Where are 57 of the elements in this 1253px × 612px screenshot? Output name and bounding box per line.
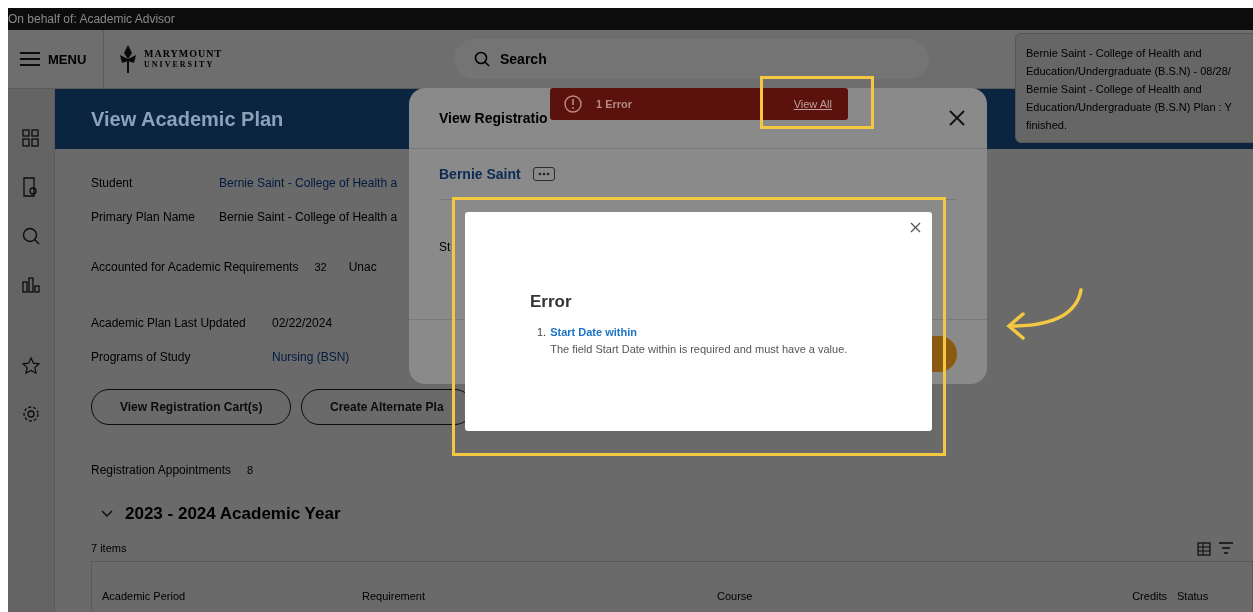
search-icon — [474, 51, 490, 67]
section-title: 2023 - 2024 Academic Year — [125, 504, 341, 524]
modal-title: View Registratio — [439, 110, 548, 126]
student-link[interactable]: Bernie Saint - College of Health a — [219, 176, 398, 190]
dialog-title: Error — [530, 292, 573, 312]
notification-line: Bernie Saint - College of Health and — [1026, 46, 1203, 61]
item-count: 7 items — [91, 542, 127, 556]
logo-text: MARYMOUNT — [144, 48, 223, 59]
spreadsheet-icon[interactable] — [1197, 542, 1211, 556]
notification-line: Bernie Saint - College of Health and — [1026, 82, 1203, 97]
page-title: View Academic Plan — [91, 107, 284, 131]
error-count: 1 Error — [596, 98, 633, 110]
chart-icon[interactable] — [22, 275, 40, 293]
section-label: Registration Appointments — [91, 463, 232, 477]
column-header[interactable]: Academic Period — [92, 590, 352, 602]
star-icon[interactable] — [22, 357, 40, 375]
error-icon — [564, 95, 582, 113]
field-value: Bernie Saint - College of Health a — [219, 210, 398, 224]
close-icon[interactable] — [910, 222, 921, 233]
filter-icon[interactable] — [1219, 542, 1233, 554]
notification-line: finished. — [1026, 118, 1068, 133]
field-label: Primary Plan Name — [91, 210, 197, 224]
count-text: 8 — [247, 464, 254, 476]
behalf-text: On behalf of: Academic Advisor — [8, 12, 175, 26]
document-search-icon[interactable] — [22, 177, 40, 197]
view-all-link[interactable]: View All — [793, 98, 832, 110]
close-icon[interactable] — [949, 110, 965, 126]
notification-line: Education/Undergraduate (B.S.N) - 08/28/ — [1026, 64, 1232, 79]
search-field[interactable]: Search — [454, 39, 929, 79]
dashboard-icon[interactable] — [22, 129, 40, 147]
menu-button[interactable]: MENU — [8, 30, 104, 88]
field-label: Accounted for Academic Requirements — [91, 260, 299, 274]
error-link[interactable]: Start Date within — [550, 326, 637, 338]
column-header[interactable]: Course — [707, 590, 1017, 602]
student-link[interactable]: Bernie Saint — [439, 166, 521, 182]
ellipsis-icon — [537, 172, 550, 176]
field-label: Student — [91, 176, 134, 190]
column-header[interactable]: Requirement — [352, 590, 707, 602]
search-icon[interactable] — [22, 227, 40, 245]
program-link[interactable]: Nursing (BSN) — [272, 350, 350, 364]
field-label: Academic Plan Last Updated — [91, 316, 247, 330]
notification-line: Education/Undergraduate (B.S.N) Plan : Y — [1026, 100, 1233, 115]
menu-icon — [20, 52, 40, 66]
logo-subtext: UNIVERSITY — [144, 59, 216, 70]
list-number: 1. — [537, 326, 547, 340]
field-value: 02/22/2024 — [272, 316, 333, 330]
field-label: Programs of Study — [91, 350, 192, 364]
settings-icon[interactable] — [22, 405, 40, 423]
chevron-down-icon[interactable] — [101, 510, 113, 518]
fleur-de-lis-icon — [118, 45, 138, 73]
error-message: The field Start Date within is required and must have a value. — [550, 343, 848, 355]
field-label: Unac — [348, 260, 378, 274]
more-button[interactable] — [532, 167, 555, 181]
column-header[interactable]: Credits — [1017, 590, 1167, 602]
column-header[interactable]: Status — [1167, 590, 1237, 602]
count-text: 32 — [314, 261, 327, 273]
field-label: St — [439, 240, 451, 254]
